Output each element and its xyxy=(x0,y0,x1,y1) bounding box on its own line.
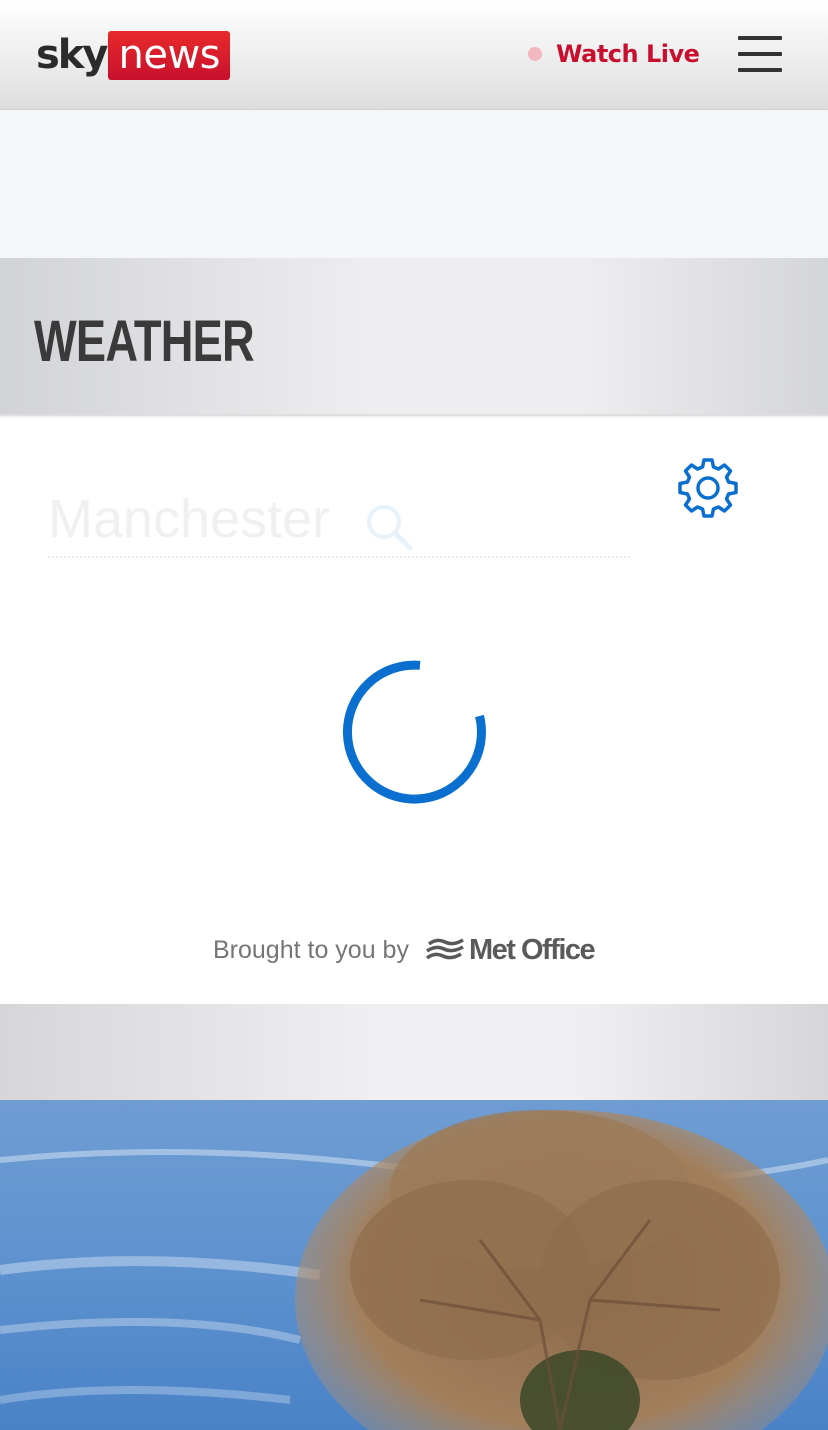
section-banner: WEATHER xyxy=(0,258,828,416)
sky-news-logo[interactable]: sky news xyxy=(36,30,230,80)
menu-line xyxy=(738,52,782,56)
weather-widget: Brought to you by Met Office xyxy=(0,418,828,1004)
ad-slot-secondary xyxy=(0,1004,828,1100)
logo-sky-text: sky xyxy=(36,32,108,78)
logo-news-text: news xyxy=(108,30,230,80)
loading-spinner xyxy=(343,660,486,804)
tree-photo[interactable] xyxy=(0,1100,828,1430)
location-search-input[interactable] xyxy=(48,484,348,554)
page-title: WEATHER xyxy=(34,309,255,374)
met-office-waves-icon xyxy=(425,938,464,960)
ad-slot xyxy=(0,110,828,258)
hamburger-menu-icon[interactable] xyxy=(738,34,782,74)
menu-line xyxy=(738,36,782,40)
search-icon[interactable] xyxy=(364,502,414,552)
location-search xyxy=(48,454,630,558)
watch-live-link[interactable]: Watch Live xyxy=(528,36,700,72)
watch-live-label: Watch Live xyxy=(556,40,700,68)
site-header: sky news Watch Live xyxy=(0,0,828,110)
menu-line xyxy=(738,68,782,72)
gear-icon[interactable] xyxy=(676,456,740,520)
attribution: Brought to you by Met Office xyxy=(213,930,596,970)
live-indicator-icon xyxy=(528,47,542,61)
met-office-brand: Met Office xyxy=(468,933,596,966)
attribution-label: Brought to you by xyxy=(213,935,409,964)
